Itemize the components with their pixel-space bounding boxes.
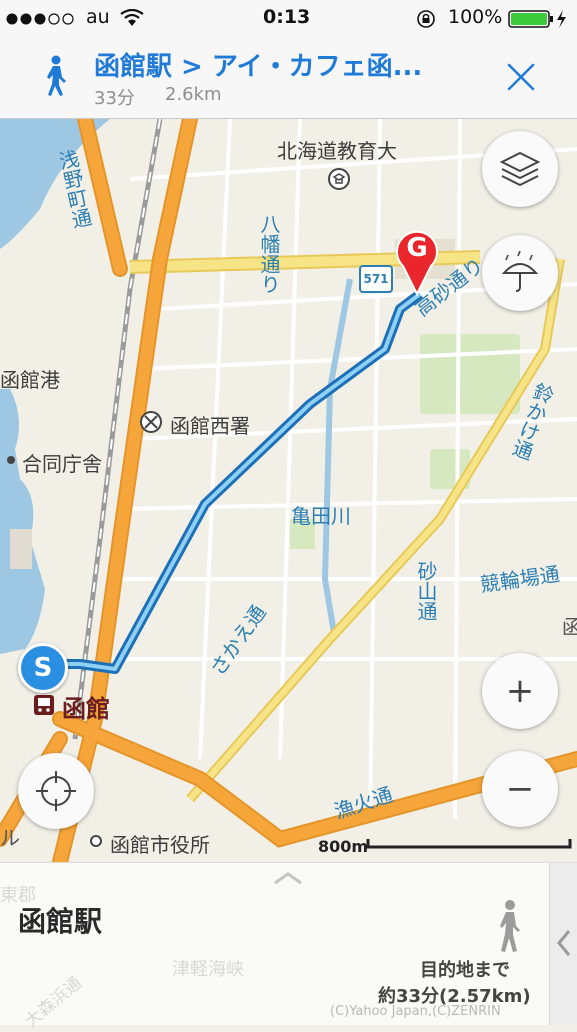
layers-button[interactable] <box>482 131 558 207</box>
walking-icon <box>47 55 66 96</box>
map-copyright: (C)Yahoo Japan,(C)ZENRIN <box>330 1004 501 1019</box>
chevron-left-icon <box>557 930 571 956</box>
wifi-icon <box>120 9 144 26</box>
route-shield: 571 <box>359 265 393 293</box>
label-kameda-river: 亀田川 <box>291 504 351 528</box>
route-duration: 33分 <box>94 88 135 109</box>
umbrella-rain-icon <box>501 251 539 292</box>
school-icon <box>328 168 350 190</box>
close-icon[interactable] <box>506 62 536 92</box>
label-nishi-police: 函館西署 <box>170 414 250 438</box>
start-marker[interactable]: S <box>18 643 68 693</box>
train-station-icon <box>34 695 54 715</box>
chevron-up-icon[interactable] <box>272 871 304 885</box>
faded-label-tsugaru: 津軽海峡 <box>172 959 244 980</box>
label-station: 函館 <box>62 695 110 723</box>
map-canvas <box>0 119 577 862</box>
zoom-out-button[interactable]: − <box>482 751 558 827</box>
faded-label-omori: 大森浜通 <box>21 973 87 1032</box>
to-destination-label: 目的地まで <box>420 960 510 981</box>
current-location-button[interactable] <box>18 753 94 829</box>
route-title[interactable]: 函館駅 > アイ・カフェ函... <box>94 46 422 83</box>
zoom-in-button[interactable]: + <box>482 653 558 729</box>
label-sunayama-dori: 砂山通 <box>414 561 438 621</box>
carrier-name: au <box>86 6 110 28</box>
status-bar: au 0:13 100% <box>0 0 577 38</box>
side-panel-handle[interactable] <box>549 863 577 1025</box>
battery-icon <box>508 10 566 28</box>
city-hall-dot-icon <box>90 835 102 847</box>
scale-label: 800m <box>318 837 369 856</box>
label-edge-ru: ル <box>0 826 20 850</box>
police-icon <box>140 411 162 433</box>
orientation-lock-icon <box>417 10 435 28</box>
label-city-hall: 函館市役所 <box>110 833 210 857</box>
map-view[interactable]: 北海道教育大 函館港 函館西署 合同庁舎 亀田川 ル 函 函館市役所 浅野町通 … <box>0 119 577 862</box>
label-university: 北海道教育大 <box>277 139 397 163</box>
layers-icon <box>499 151 541 187</box>
route-header: 函館駅 > アイ・カフェ函... 33分 2.6km <box>0 38 577 119</box>
battery-percent: 100% <box>448 6 503 28</box>
route-distance: 2.6km <box>165 84 222 105</box>
label-hakodate-port: 函館港 <box>0 368 60 392</box>
rain-radar-button[interactable] <box>482 235 558 311</box>
walking-person-icon <box>500 900 520 952</box>
goal-marker[interactable]: G <box>400 231 434 265</box>
crosshair-icon <box>36 771 76 811</box>
label-joint-office: 合同庁舎 <box>22 452 102 476</box>
label-edge-ha: 函 <box>562 615 577 639</box>
signal-strength-icon <box>6 13 74 25</box>
label-hachiman-dori: 八幡通り <box>257 214 281 294</box>
poi-dot-icon <box>7 456 15 464</box>
status-time: 0:13 <box>263 6 311 28</box>
place-name: 函館駅 <box>18 905 103 938</box>
